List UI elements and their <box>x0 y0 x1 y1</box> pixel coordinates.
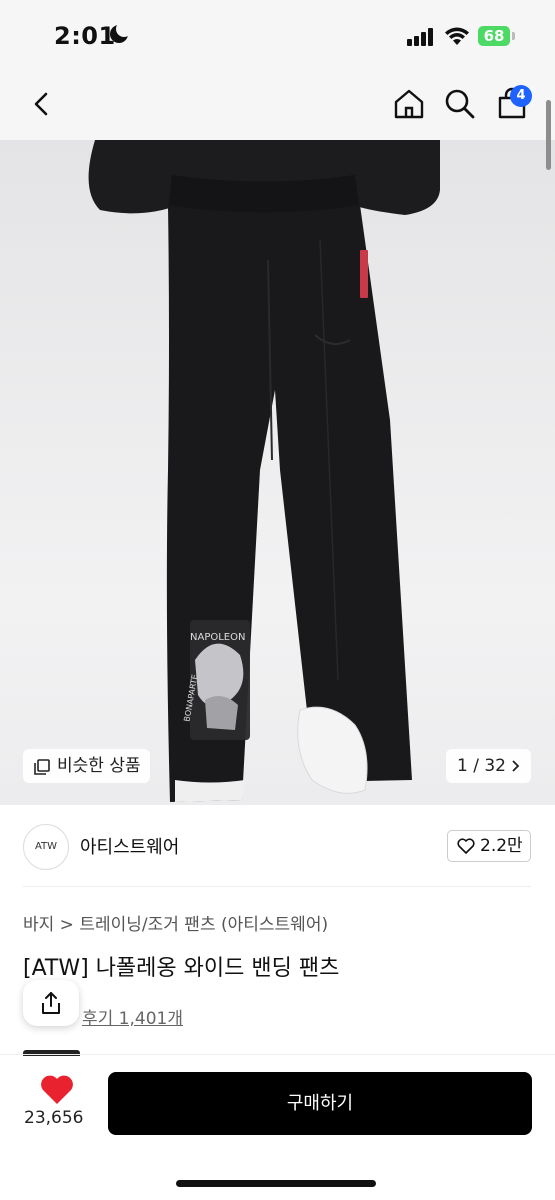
image-counter-text: 1 / 32 <box>457 756 506 776</box>
brand-name[interactable]: 아티스트웨어 <box>80 833 179 859</box>
scrollbar[interactable] <box>546 100 551 170</box>
image-counter[interactable]: 1 / 32 <box>446 749 531 783</box>
share-button[interactable] <box>23 980 79 1026</box>
similar-products-label: 비슷한 상품 <box>57 756 141 776</box>
breadcrumb[interactable]: 바지 > 트레이닝/조거 팬츠 (아티스트웨어) <box>23 910 328 935</box>
reviews-link[interactable]: 후기 1,401개 <box>82 1004 183 1029</box>
divider <box>23 886 531 887</box>
product-title: [ATW] 나폴레옹 와이드 밴딩 팬츠 <box>23 956 340 981</box>
battery-level: 68 <box>478 26 510 46</box>
pants-photo: NAPOLEON BONAPARTE <box>88 140 441 802</box>
top-nav <box>0 70 555 140</box>
brand-logo[interactable]: ATW <box>23 824 69 870</box>
share-icon <box>42 992 60 1014</box>
chevron-right-icon <box>512 760 520 772</box>
signal-icon <box>407 28 435 46</box>
cart-count-badge: 4 <box>510 85 532 107</box>
buy-button-label: 구매하기 <box>286 1093 354 1114</box>
divider <box>0 1054 555 1055</box>
wifi-icon <box>445 27 469 45</box>
buy-button[interactable]: 구매하기 <box>108 1072 532 1135</box>
battery-tip <box>512 32 515 40</box>
wish-count: 23,656 <box>24 1108 84 1128</box>
brand-like-count: 2.2만 <box>480 836 523 856</box>
similar-products-button[interactable]: 비슷한 상품 <box>23 749 150 783</box>
brand-logo-text: ATW <box>34 841 58 852</box>
heart-icon[interactable] <box>40 1075 74 1105</box>
copy-icon <box>34 759 50 775</box>
home-icon[interactable] <box>391 86 427 122</box>
search-icon[interactable] <box>442 86 478 122</box>
brand-like-button[interactable]: 2.2만 <box>447 830 531 862</box>
print-text-napoleon: NAPOLEON <box>190 632 245 643</box>
heart-outline-icon <box>457 838 475 854</box>
status-bar: 2:01 68 <box>0 0 555 70</box>
home-indicator[interactable] <box>176 1180 376 1187</box>
back-icon[interactable] <box>24 86 60 122</box>
moon-icon <box>110 21 132 43</box>
clock: 2:01 <box>54 22 116 50</box>
product-image[interactable]: NAPOLEON BONAPARTE <box>0 140 555 805</box>
